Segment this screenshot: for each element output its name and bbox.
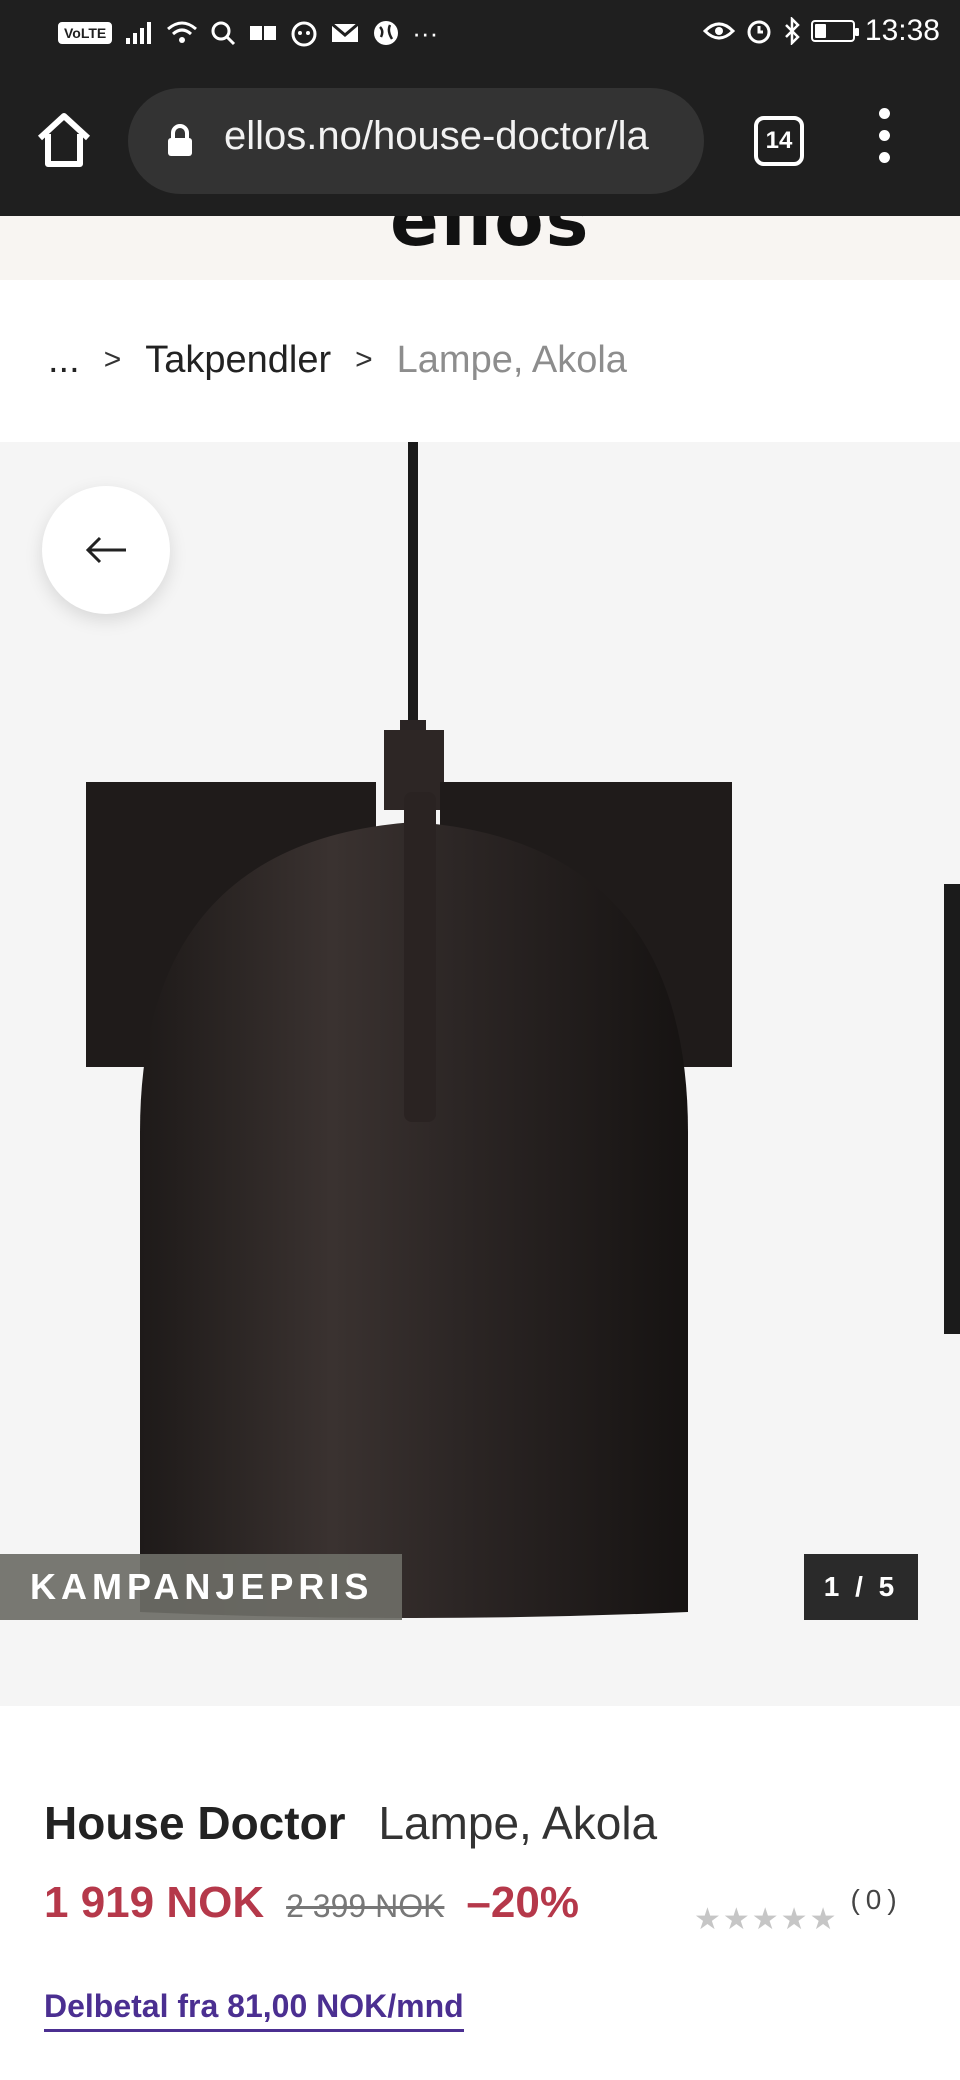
product-info: House Doctor Lampe, Akola 1 919 NOK 2 39… bbox=[0, 1706, 960, 2080]
status-bar: VoLTE ··· 13:38 bbox=[0, 0, 960, 66]
clock: 13:38 bbox=[864, 14, 940, 47]
breadcrumb-ellipsis[interactable]: ... bbox=[48, 339, 80, 382]
rating[interactable]: ★★★★★ (0) bbox=[694, 1884, 903, 1937]
volte-badge: VoLTE bbox=[58, 22, 113, 44]
bluetooth-icon bbox=[785, 17, 800, 45]
book-icon bbox=[250, 26, 277, 40]
price-row: 1 919 NOK 2 399 NOK –20% bbox=[44, 1878, 579, 1928]
globe-icon bbox=[374, 21, 399, 45]
product-gallery[interactable]: KAMPANJEPRIS 1 / 5 bbox=[0, 442, 960, 1706]
status-right: 13:38 bbox=[702, 14, 940, 48]
home-button[interactable] bbox=[30, 106, 98, 174]
star-rating-icon: ★★★★★ bbox=[694, 1903, 839, 1936]
arrow-left-icon bbox=[85, 536, 126, 564]
promo-badge: KAMPANJEPRIS bbox=[0, 1554, 402, 1620]
tab-count: 14 bbox=[765, 127, 793, 154]
battery-fill bbox=[814, 24, 826, 38]
image-counter: 1 / 5 bbox=[804, 1554, 918, 1620]
chevron-right-icon: > bbox=[103, 343, 122, 376]
eye-icon bbox=[702, 22, 735, 40]
browser-toolbar: ellos.no/house-doctor/la 14 bbox=[0, 66, 960, 216]
original-price: 2 399 NOK bbox=[286, 1888, 445, 1924]
address-bar[interactable]: ellos.no/house-doctor/la bbox=[128, 88, 704, 194]
breadcrumb-category[interactable]: Takpendler bbox=[145, 339, 331, 382]
cat-icon bbox=[291, 21, 317, 47]
site-logo[interactable]: ellos bbox=[390, 216, 591, 262]
more-notifications: ··· bbox=[412, 18, 439, 48]
alarm-icon bbox=[747, 20, 771, 44]
installment-link[interactable]: Delbetal fra 81,00 NOK/mnd bbox=[44, 1988, 464, 2032]
review-count[interactable]: (0) bbox=[850, 1884, 902, 1916]
back-button[interactable] bbox=[42, 486, 170, 614]
breadcrumb-current: Lampe, Akola bbox=[396, 338, 627, 381]
url-text[interactable]: ellos.no/house-doctor/la bbox=[224, 114, 684, 159]
tabs-button[interactable]: 14 bbox=[754, 116, 804, 166]
lock-icon bbox=[168, 124, 192, 156]
wifi-icon bbox=[167, 21, 198, 43]
signal-icon bbox=[126, 22, 152, 44]
product-brand[interactable]: House Doctor bbox=[44, 1797, 346, 1849]
site-header: ellos bbox=[0, 216, 960, 280]
mail-icon bbox=[331, 22, 360, 42]
discount-percent: –20% bbox=[466, 1878, 579, 1927]
product-image[interactable] bbox=[0, 442, 960, 1706]
home-icon bbox=[37, 113, 91, 167]
status-left: VoLTE ··· bbox=[58, 18, 438, 48]
product-name: Lampe, Akola bbox=[378, 1797, 658, 1849]
search-icon bbox=[211, 21, 236, 46]
product-title: House Doctor Lampe, Akola bbox=[44, 1796, 657, 1850]
breadcrumb: ... > Takpendler > Lampe, Akola bbox=[0, 280, 960, 440]
menu-icon[interactable] bbox=[872, 108, 896, 178]
current-price: 1 919 NOK bbox=[44, 1878, 265, 1927]
chevron-right-icon: > bbox=[355, 343, 373, 376]
battery-icon bbox=[810, 20, 859, 42]
